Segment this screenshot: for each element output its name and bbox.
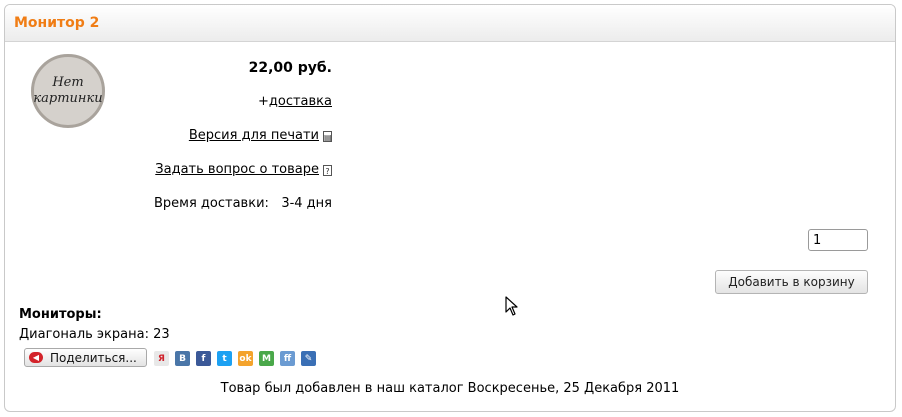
date-added-text: Товар был добавлен в наш каталог Воскрес… xyxy=(220,381,680,396)
livejournal-icon[interactable]: ✎ xyxy=(301,351,316,366)
delivery-prefix: + xyxy=(257,94,269,109)
product-title: Монитор 2 xyxy=(14,15,100,31)
mouse-pointer-icon xyxy=(505,296,518,316)
print-version-link[interactable]: Версия для печати xyxy=(189,128,319,143)
print-row: Версия для печати ▤ xyxy=(189,128,332,143)
question-icon[interactable]: ? xyxy=(323,165,332,176)
share-icon: ◀ xyxy=(29,352,43,363)
printer-icon[interactable]: ▤ xyxy=(323,131,332,142)
panel-header: Монитор 2 xyxy=(5,5,895,42)
share-label: Поделиться... xyxy=(50,350,137,365)
moimir-icon[interactable]: M xyxy=(259,351,274,366)
share-button[interactable]: ◀ Поделиться... xyxy=(24,348,147,367)
delivery-time-value: 3-4 дня xyxy=(281,196,332,211)
delivery-row: +доставка xyxy=(258,94,332,109)
delivery-time-row: Время доставки: 3-4 дня xyxy=(154,196,332,211)
quantity-input[interactable] xyxy=(808,229,868,251)
category-attribute: Диагональ экрана: 23 xyxy=(19,327,170,342)
odnoklassniki-icon[interactable]: ok xyxy=(238,351,253,366)
twitter-icon[interactable]: t xyxy=(217,351,232,366)
no-image-placeholder: Нет картинки xyxy=(31,54,105,128)
delivery-time-label: Время доставки: xyxy=(154,196,269,211)
vkontakte-icon[interactable]: В xyxy=(175,351,190,366)
category-title: Мониторы: xyxy=(19,307,102,322)
ask-row: Задать вопрос о товаре? xyxy=(155,162,332,177)
product-price: 22,00 руб. xyxy=(248,60,332,76)
yandex-icon[interactable]: Я xyxy=(154,351,169,366)
product-panel: Монитор 2 Нет картинки 22,00 руб. +доста… xyxy=(4,4,896,412)
add-to-cart-button[interactable]: Добавить в корзину xyxy=(715,270,868,294)
delivery-link[interactable]: доставка xyxy=(269,94,332,109)
ask-question-link[interactable]: Задать вопрос о товаре xyxy=(155,162,319,177)
friendfeed-icon[interactable]: ff xyxy=(280,351,295,366)
facebook-icon[interactable]: f xyxy=(196,351,211,366)
